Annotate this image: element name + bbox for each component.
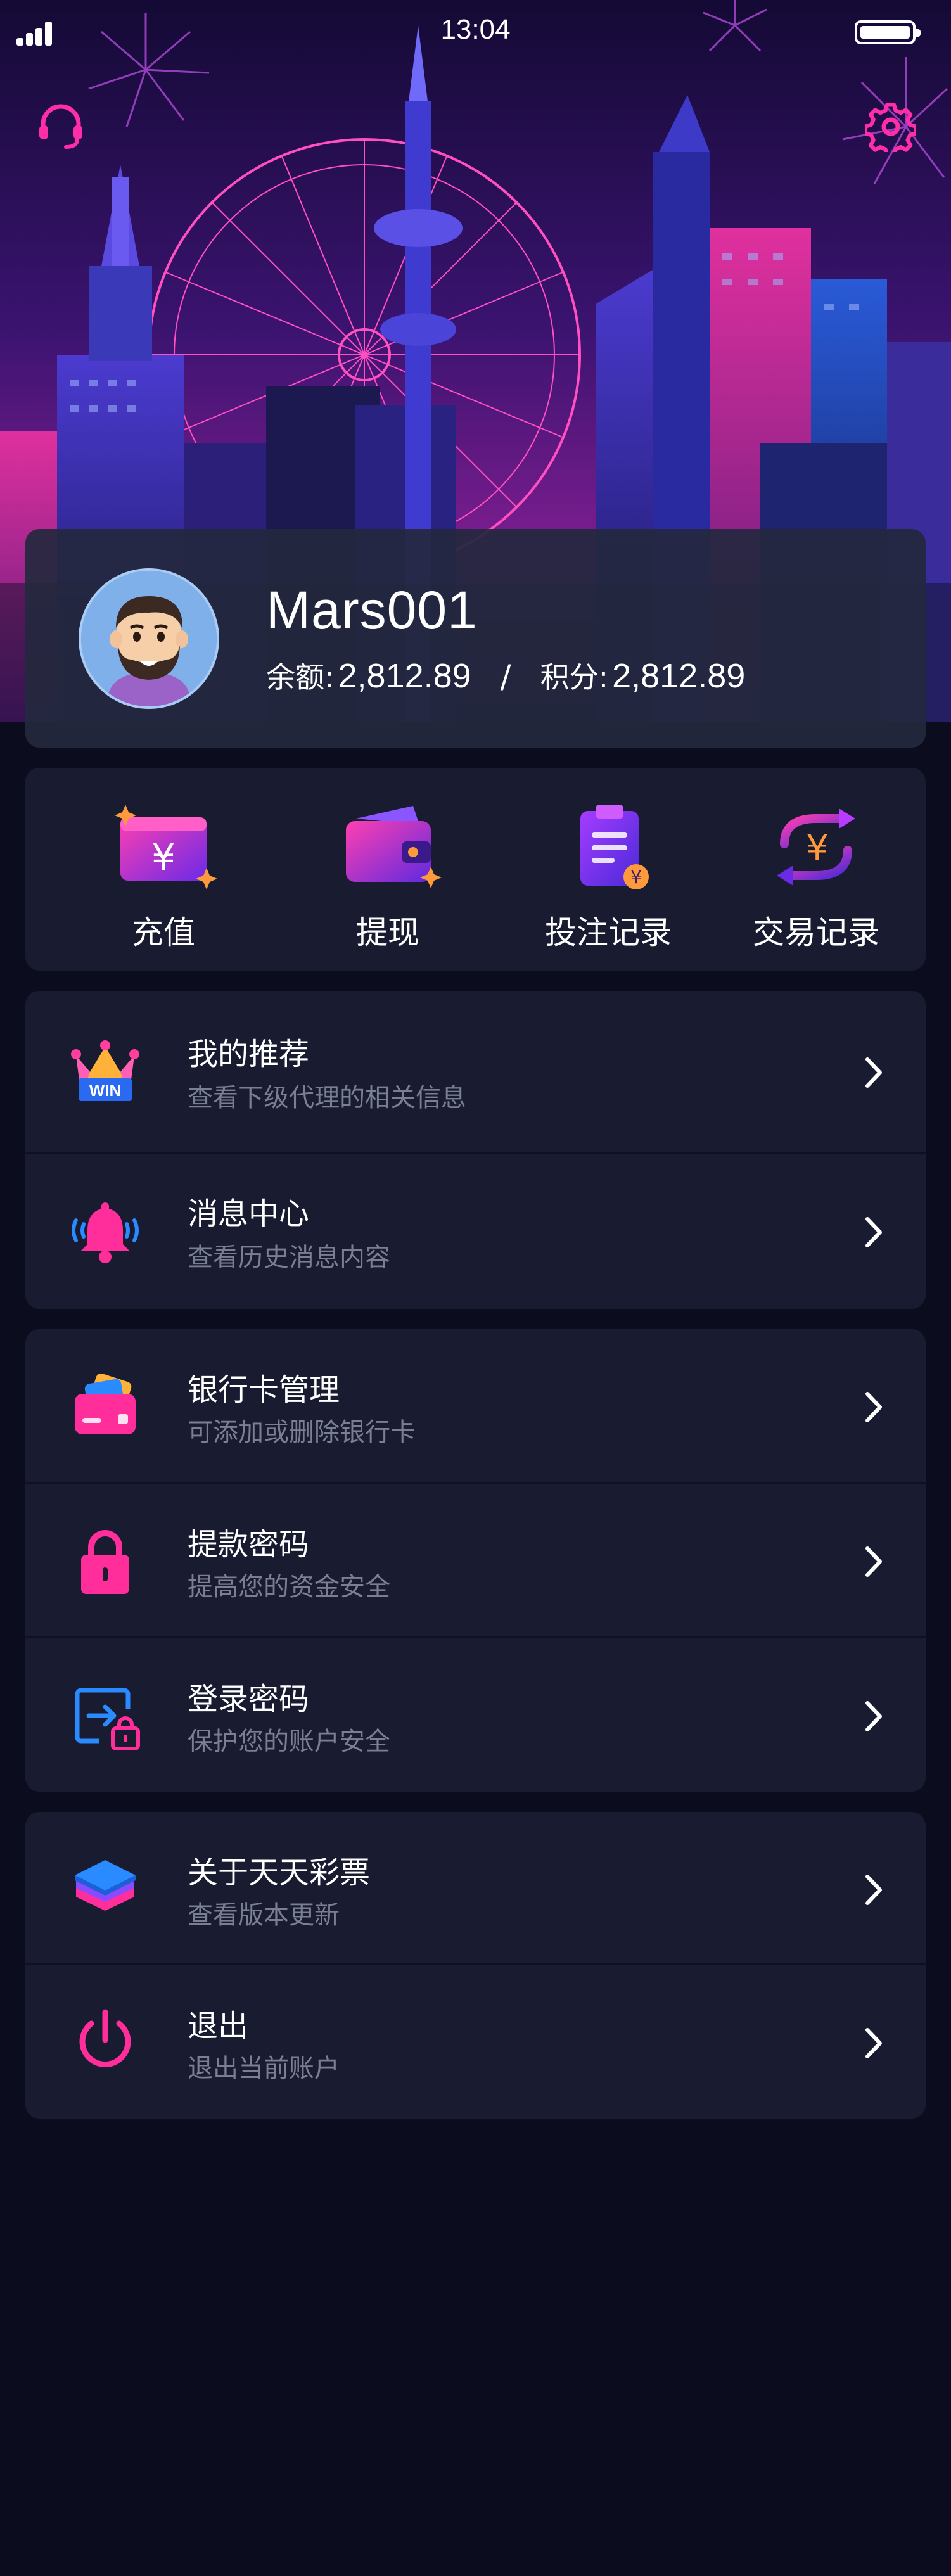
svg-text:¥: ¥ xyxy=(630,867,642,888)
chevron-right-icon xyxy=(861,1055,886,1090)
quick-action-bet-records[interactable]: ¥ 投注记录 xyxy=(513,787,703,952)
menu-item-title: 关于天天彩票 xyxy=(188,1855,371,1891)
menu-item-withdraw-password[interactable]: 提款密码 提高您的资金安全 xyxy=(25,1484,926,1638)
chevron-right-icon xyxy=(861,1390,886,1424)
layers-icon xyxy=(67,1851,143,1927)
svg-text:WIN: WIN xyxy=(89,1081,122,1100)
menu-item-title: 消息中心 xyxy=(188,1196,310,1232)
padlock-icon xyxy=(67,1523,143,1599)
quick-action-withdraw[interactable]: 提现 xyxy=(293,787,483,952)
profile-card: Mars001 余额: 2,812.89 / 积分: 2,812.89 xyxy=(25,529,926,748)
battery-icon xyxy=(855,20,921,44)
menu-item-referrals[interactable]: WIN 我的推荐 查看下级代理的相关信息 xyxy=(25,991,926,1154)
svg-text:¥: ¥ xyxy=(806,828,829,869)
exchange-icon: ¥ xyxy=(759,800,873,895)
bell-icon xyxy=(67,1191,143,1267)
menu-item-title: 银行卡管理 xyxy=(188,1372,340,1408)
menu-item-title: 我的推荐 xyxy=(188,1036,310,1072)
menu-item-title: 提款密码 xyxy=(188,1527,310,1562)
chevron-right-icon xyxy=(861,1545,886,1579)
menu-item-subtitle: 提高您的资金安全 xyxy=(188,1572,390,1602)
menu-item-subtitle: 可添加或删除银行卡 xyxy=(188,1418,416,1447)
menu-item-about[interactable]: 关于天天彩票 查看版本更新 xyxy=(25,1812,926,1965)
quick-action-label: 充值 xyxy=(132,914,195,951)
balance-value: 2,812.89 xyxy=(338,657,471,695)
chevron-right-icon xyxy=(861,2026,886,2060)
balance-label: 余额: xyxy=(266,660,335,694)
chevron-right-icon xyxy=(861,1699,886,1733)
quick-action-transactions[interactable]: ¥ 交易记录 xyxy=(721,787,911,952)
login-lock-icon xyxy=(67,1678,143,1754)
points-label: 积分: xyxy=(540,660,609,694)
quick-actions-card: ¥ 充值 提现 ¥ 投注记录 ¥ 交易记录 xyxy=(25,768,926,971)
power-icon xyxy=(67,2003,143,2079)
quick-action-label: 提现 xyxy=(356,914,419,951)
menu-item-subtitle: 退出当前账户 xyxy=(188,2054,340,2083)
menu-item-subtitle: 保护您的账户安全 xyxy=(188,1727,390,1756)
menu-group-referral: WIN 我的推荐 查看下级代理的相关信息 消息中心 查看历史消息内容 xyxy=(25,991,926,1309)
balance-line: 余额: 2,812.89 / 积分: 2,812.89 xyxy=(266,654,745,696)
status-bar: 13:04 xyxy=(0,0,951,63)
menu-group-about: 关于天天彩票 查看版本更新 退出 退出当前账户 xyxy=(25,1812,926,2119)
menu-group-security: 银行卡管理 可添加或删除银行卡 提款密码 提高您的资金安全 登录密码 保护您的账… xyxy=(25,1329,926,1792)
wallet-icon xyxy=(331,800,445,895)
chevron-right-icon xyxy=(861,1873,886,1907)
menu-item-title: 退出 xyxy=(188,2008,249,2044)
settings-gear-icon[interactable] xyxy=(863,101,918,157)
username: Mars001 xyxy=(266,580,478,640)
quick-action-label: 投注记录 xyxy=(545,914,672,951)
menu-item-bank-cards[interactable]: 银行卡管理 可添加或删除银行卡 xyxy=(25,1329,926,1484)
balance-separator: / xyxy=(500,658,511,695)
svg-text:¥: ¥ xyxy=(151,836,176,880)
chevron-right-icon xyxy=(861,1215,886,1249)
quick-action-label: 交易记录 xyxy=(753,914,879,951)
customer-service-icon[interactable] xyxy=(35,101,86,152)
menu-item-subtitle: 查看版本更新 xyxy=(188,1901,340,1930)
recharge-card-icon: ¥ xyxy=(106,800,220,895)
quick-action-recharge[interactable]: ¥ 充值 xyxy=(68,787,258,952)
profile-page: 13:04 Mars001 余额: 2,812.89 / 积分: 2,812.8… xyxy=(0,0,951,2576)
crown-win-icon: WIN xyxy=(67,1033,143,1109)
menu-item-title: 登录密码 xyxy=(188,1681,310,1717)
menu-item-subtitle: 查看下级代理的相关信息 xyxy=(188,1083,466,1113)
points-value: 2,812.89 xyxy=(612,657,746,695)
bet-clipboard-icon: ¥ xyxy=(551,800,665,895)
menu-item-login-password[interactable]: 登录密码 保护您的账户安全 xyxy=(25,1638,926,1792)
avatar[interactable] xyxy=(79,568,219,709)
menu-item-messages[interactable]: 消息中心 查看历史消息内容 xyxy=(25,1154,926,1309)
menu-item-logout[interactable]: 退出 退出当前账户 xyxy=(25,1965,926,2119)
bank-card-icon xyxy=(67,1368,143,1444)
menu-item-subtitle: 查看历史消息内容 xyxy=(188,1243,390,1272)
status-time: 13:04 xyxy=(440,14,511,45)
